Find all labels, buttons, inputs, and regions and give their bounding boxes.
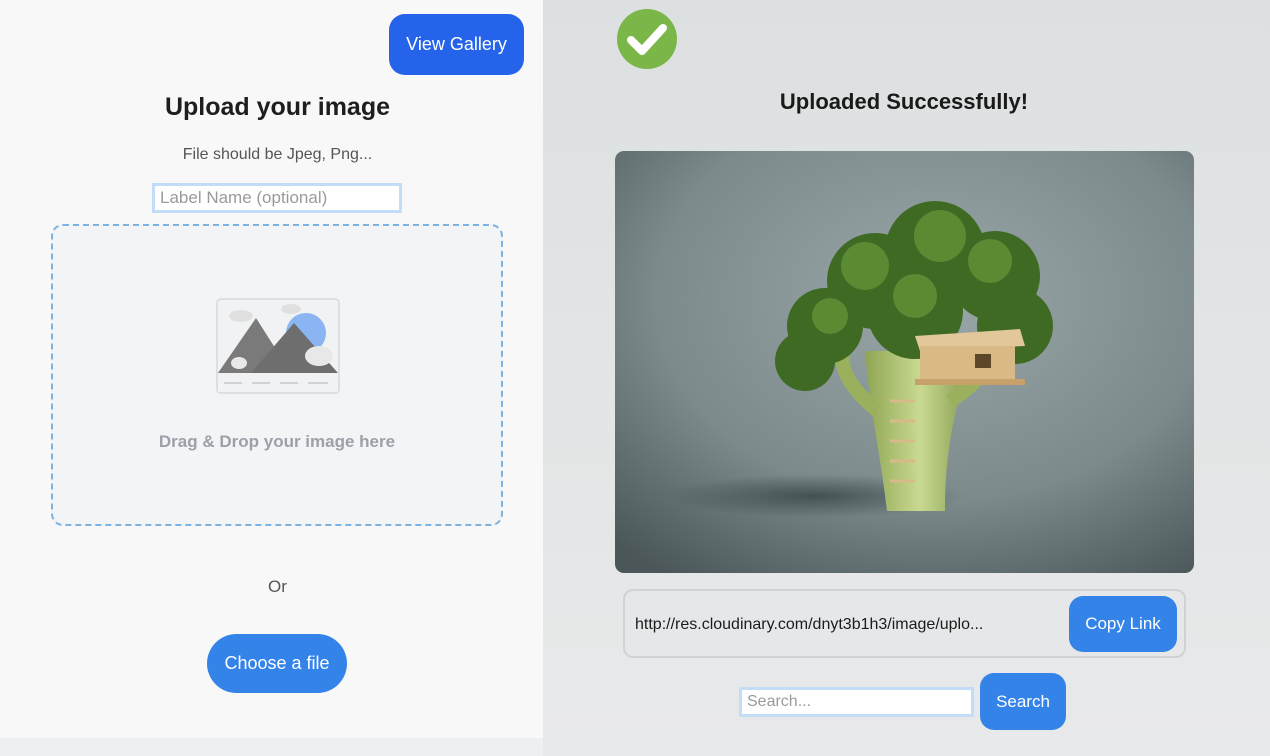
- checkmark-circle-icon: [617, 9, 677, 69]
- uploaded-image-preview: [615, 151, 1194, 573]
- success-title: Uploaded Successfully!: [779, 89, 1029, 114]
- dropzone[interactable]: Drag & Drop your image here: [51, 224, 503, 526]
- label-name-input[interactable]: [152, 183, 402, 213]
- or-separator: Or: [268, 577, 287, 596]
- view-gallery-button[interactable]: View Gallery: [389, 14, 524, 75]
- dropzone-text: Drag & Drop your image here: [158, 432, 396, 451]
- result-panel: Uploaded Successfully! http://res.cloudi…: [543, 0, 1270, 756]
- search-button[interactable]: Search: [980, 673, 1066, 730]
- upload-subtitle: File should be Jpeg, Png...: [182, 146, 373, 163]
- bottom-strip: [0, 738, 543, 756]
- search-input[interactable]: [739, 687, 974, 717]
- choose-file-button[interactable]: Choose a file: [207, 634, 347, 693]
- upload-panel: View Gallery Upload your image File shou…: [0, 0, 543, 756]
- copy-link-button[interactable]: Copy Link: [1069, 596, 1177, 652]
- upload-title: Upload your image: [164, 93, 391, 121]
- link-box: http://res.cloudinary.com/dnyt3b1h3/imag…: [623, 589, 1186, 658]
- uploaded-image-link[interactable]: http://res.cloudinary.com/dnyt3b1h3/imag…: [635, 616, 983, 634]
- image-placeholder-icon: [216, 298, 340, 394]
